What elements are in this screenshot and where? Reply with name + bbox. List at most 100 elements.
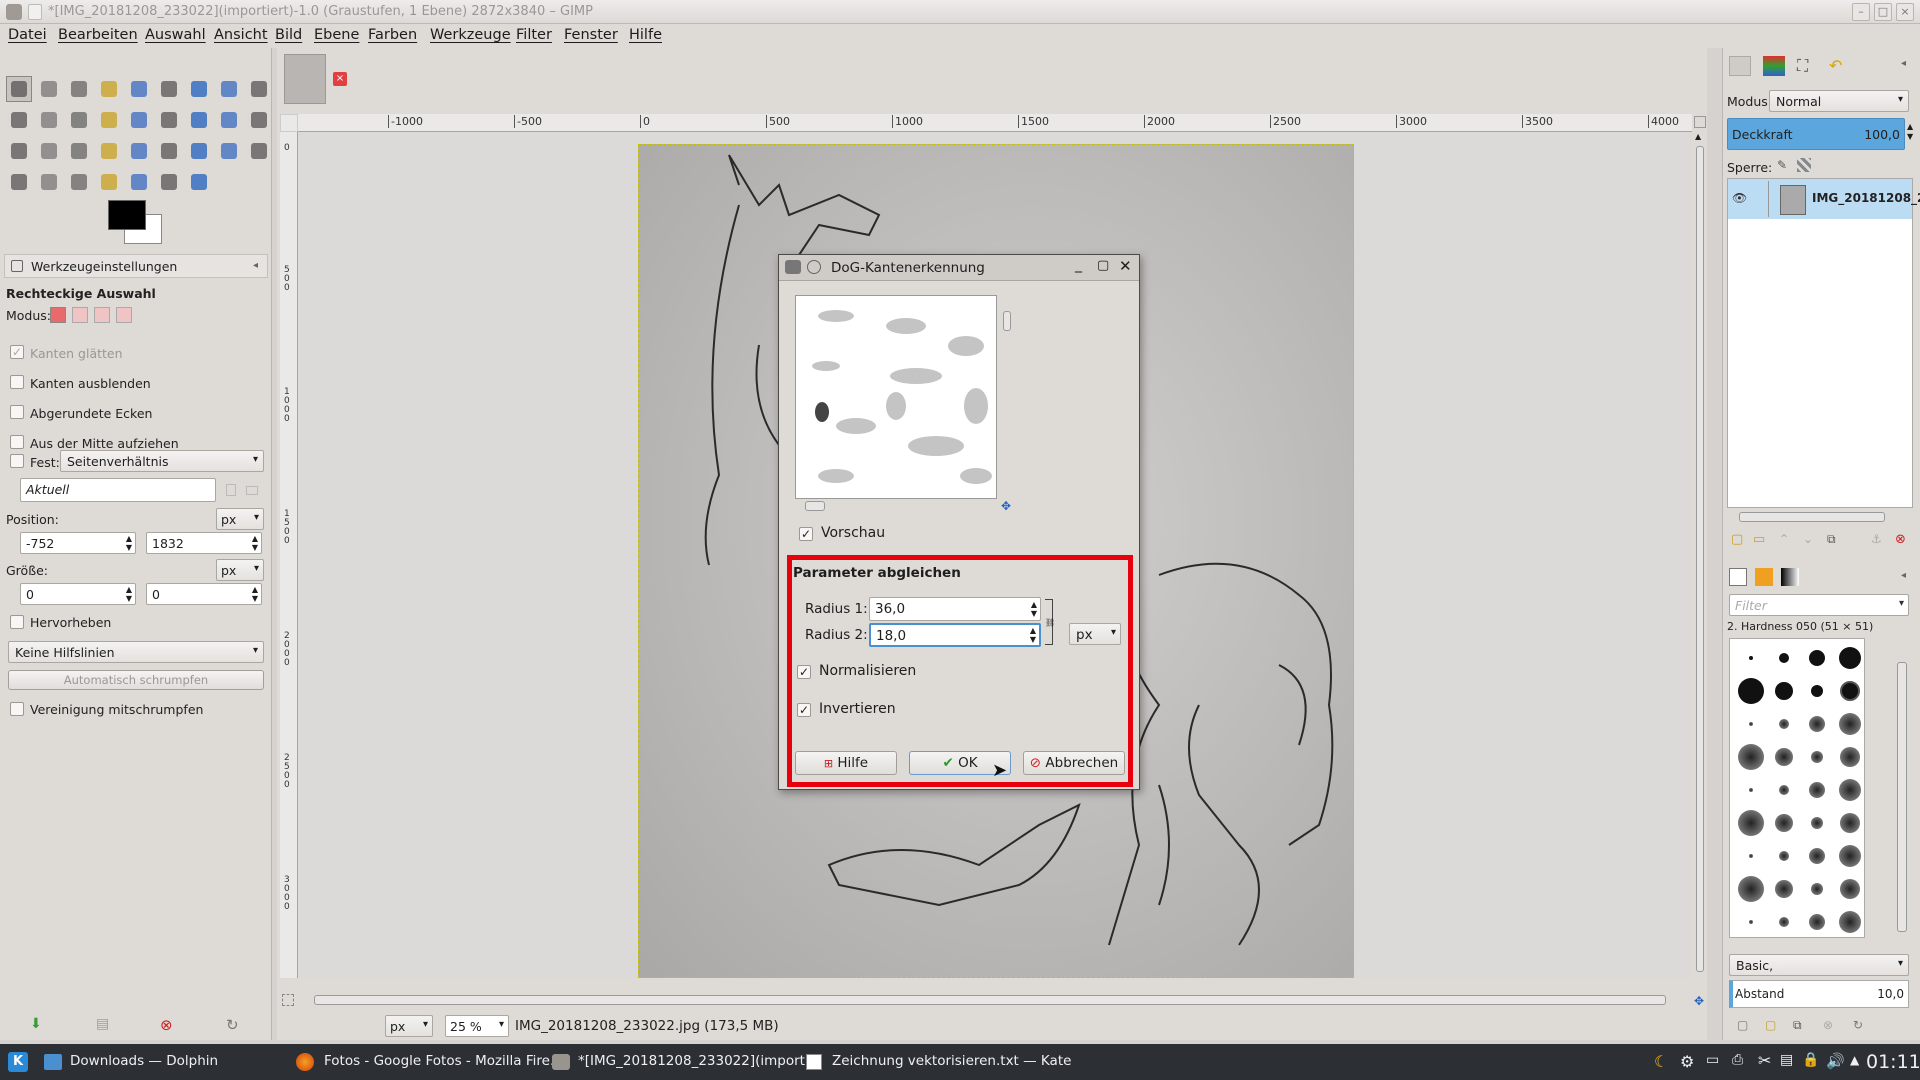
mode-add-button[interactable] (72, 307, 88, 323)
radius-unit-select[interactable]: px ▾ (1069, 623, 1121, 645)
dialog-pin-icon[interactable] (807, 260, 821, 274)
taskbar-item-dolphin[interactable]: Downloads — Dolphin (70, 1053, 218, 1069)
brush-preset-select[interactable]: Basic, ▾ (1729, 954, 1909, 976)
blur-tool-icon[interactable] (126, 169, 152, 195)
preview-checkbox[interactable]: ✓ (799, 527, 813, 541)
brush-filter-input[interactable]: Filter ▾ (1729, 594, 1909, 616)
cancel-button[interactable]: ⊘ Abbrechen (1023, 751, 1125, 775)
brush-item[interactable] (1840, 879, 1860, 899)
menu-1[interactable]: Datei (8, 27, 47, 43)
duplicate-brush-icon[interactable]: ⧉ (1793, 1018, 1802, 1033)
aspect-field[interactable]: Aktuell (20, 478, 216, 502)
printer-icon[interactable]: ⎙ (1732, 1052, 1743, 1068)
brush-item[interactable] (1840, 747, 1860, 767)
raise-layer-icon[interactable]: ⌃ (1779, 532, 1789, 546)
smudge-tool-icon[interactable] (156, 169, 182, 195)
window-menu-icon[interactable] (28, 4, 42, 20)
brush-item[interactable] (1775, 748, 1793, 766)
portrait-icon[interactable] (226, 484, 236, 496)
dock-menu-icon[interactable]: ◂ (1901, 58, 1906, 69)
navigate-icon[interactable]: ✥ (1694, 994, 1704, 1008)
taskbar-item-firefox[interactable]: Fotos - Google Fotos - Mozilla Fire... (324, 1053, 563, 1069)
delete-layer-icon[interactable]: ⊗ (1895, 532, 1906, 547)
lock-pixels-icon[interactable]: ✎ (1777, 158, 1787, 172)
option-checkbox[interactable] (10, 435, 24, 449)
position-unit-select[interactable]: px ▾ (216, 508, 264, 530)
visibility-eye-icon[interactable]: 👁 (1732, 191, 1747, 205)
brush-item[interactable] (1749, 788, 1753, 792)
color-select-tool-icon[interactable] (126, 76, 152, 102)
patterns-tab-icon[interactable] (1755, 568, 1773, 586)
tool-options-tab[interactable]: Werkzeugeinstellungen ◂ (4, 254, 268, 278)
brush-item[interactable] (1738, 678, 1764, 704)
fixed-dropdown[interactable]: Seitenverhältnis ▾ (60, 450, 264, 472)
paths-tool-icon[interactable] (216, 76, 242, 102)
chain-link-icon[interactable]: ⛓ (1045, 599, 1055, 645)
paths-tab-icon[interactable]: ⛶ (1797, 56, 1808, 76)
brush-item[interactable] (1811, 817, 1823, 829)
new-brush-icon[interactable]: ▢ (1765, 1018, 1776, 1032)
settings-icon[interactable]: ⚙ (1680, 1052, 1694, 1071)
fixed-checkbox[interactable] (10, 454, 24, 468)
close-button[interactable]: × (1896, 3, 1914, 21)
blend-tool-icon[interactable] (126, 138, 152, 164)
ink-tool-icon[interactable] (6, 169, 32, 195)
vertical-scrollbar[interactable]: ▲ (1694, 132, 1706, 978)
brush-item[interactable] (1779, 653, 1789, 663)
navigate-icon[interactable]: ✥ (1001, 499, 1011, 513)
display-icon[interactable]: ▭ (1706, 1052, 1719, 1068)
brush-item[interactable] (1779, 785, 1789, 795)
zoom-nav-icon[interactable] (1694, 116, 1706, 128)
anchor-layer-icon[interactable]: ⚓ (1871, 532, 1882, 546)
brush-item[interactable] (1811, 883, 1823, 895)
brush-item[interactable] (1775, 682, 1793, 700)
brush-item[interactable] (1738, 810, 1764, 836)
layers-tab-icon[interactable] (1729, 56, 1751, 76)
auto-shrink-button[interactable]: Automatisch schrumpfen (8, 670, 264, 690)
perspective-clone-tool-icon[interactable] (96, 169, 122, 195)
lock-alpha-icon[interactable] (1797, 158, 1811, 172)
brush-vscroll[interactable] (1895, 650, 1909, 950)
preview-area[interactable] (795, 295, 997, 499)
chain-toggle[interactable] (1768, 181, 1774, 217)
menu-6[interactable]: Ebene (314, 27, 359, 43)
menu-4[interactable]: Ansicht (214, 27, 268, 43)
radius1-field[interactable]: 36,0 ▲ ▼ (869, 597, 1041, 621)
dialog-close-button[interactable]: ✕ (1119, 257, 1132, 275)
brush-item[interactable] (1738, 744, 1764, 770)
volume-icon[interactable]: 🔊 (1826, 1052, 1845, 1070)
ruler-corner[interactable] (280, 114, 298, 132)
flip-tool-icon[interactable] (6, 138, 32, 164)
brush-item[interactable] (1749, 656, 1753, 660)
spin-icon[interactable]: ▲ ▼ (252, 585, 258, 603)
scroll-thumb[interactable] (1696, 146, 1704, 972)
scroll-thumb[interactable] (1897, 662, 1907, 932)
preview-vscroll[interactable] (1001, 295, 1013, 499)
menu-3[interactable]: Auswahl (145, 27, 206, 43)
rect-select-tool-icon[interactable] (6, 76, 32, 102)
scissors-select-tool-icon[interactable] (156, 76, 182, 102)
free-select-tool-icon[interactable] (66, 76, 92, 102)
invert-checkbox[interactable]: ✓ (797, 703, 811, 717)
shrink-merged-checkbox[interactable] (10, 702, 24, 716)
scroll-thumb[interactable] (314, 995, 1666, 1005)
position-y-field[interactable]: 1832 ▲ ▼ (146, 532, 262, 554)
dialog-maximize-button[interactable]: ▢ (1097, 258, 1109, 273)
taskbar-item-kate[interactable]: Zeichnung vektorisieren.txt — Kate (832, 1053, 1071, 1069)
scroll-thumb[interactable] (805, 501, 825, 511)
fuzzy-select-tool-icon[interactable] (96, 76, 122, 102)
layer-row[interactable]: 👁 IMG_20181208_2 (1728, 179, 1920, 219)
menu-10[interactable]: Fenster (564, 27, 618, 43)
layer-group-icon[interactable]: ▭ (1753, 532, 1765, 547)
status-unit-select[interactable]: px ▾ (385, 1015, 433, 1037)
option-checkbox[interactable] (10, 405, 24, 419)
taskbar-item-gimp[interactable]: *[IMG_20181208_233022](importi... (578, 1053, 822, 1069)
brush-item[interactable] (1839, 845, 1861, 867)
lock-icon[interactable]: 🔒 (1802, 1052, 1819, 1068)
help-button[interactable]: ⊞ Hilfe (795, 751, 897, 775)
guides-dropdown[interactable]: Keine Hilfslinien ▾ (8, 641, 264, 663)
clone-tool-icon[interactable] (36, 169, 62, 195)
crop-tool-icon[interactable] (126, 107, 152, 133)
dialog-minimize-button[interactable]: _ (1075, 257, 1082, 273)
align-tool-icon[interactable] (96, 107, 122, 133)
